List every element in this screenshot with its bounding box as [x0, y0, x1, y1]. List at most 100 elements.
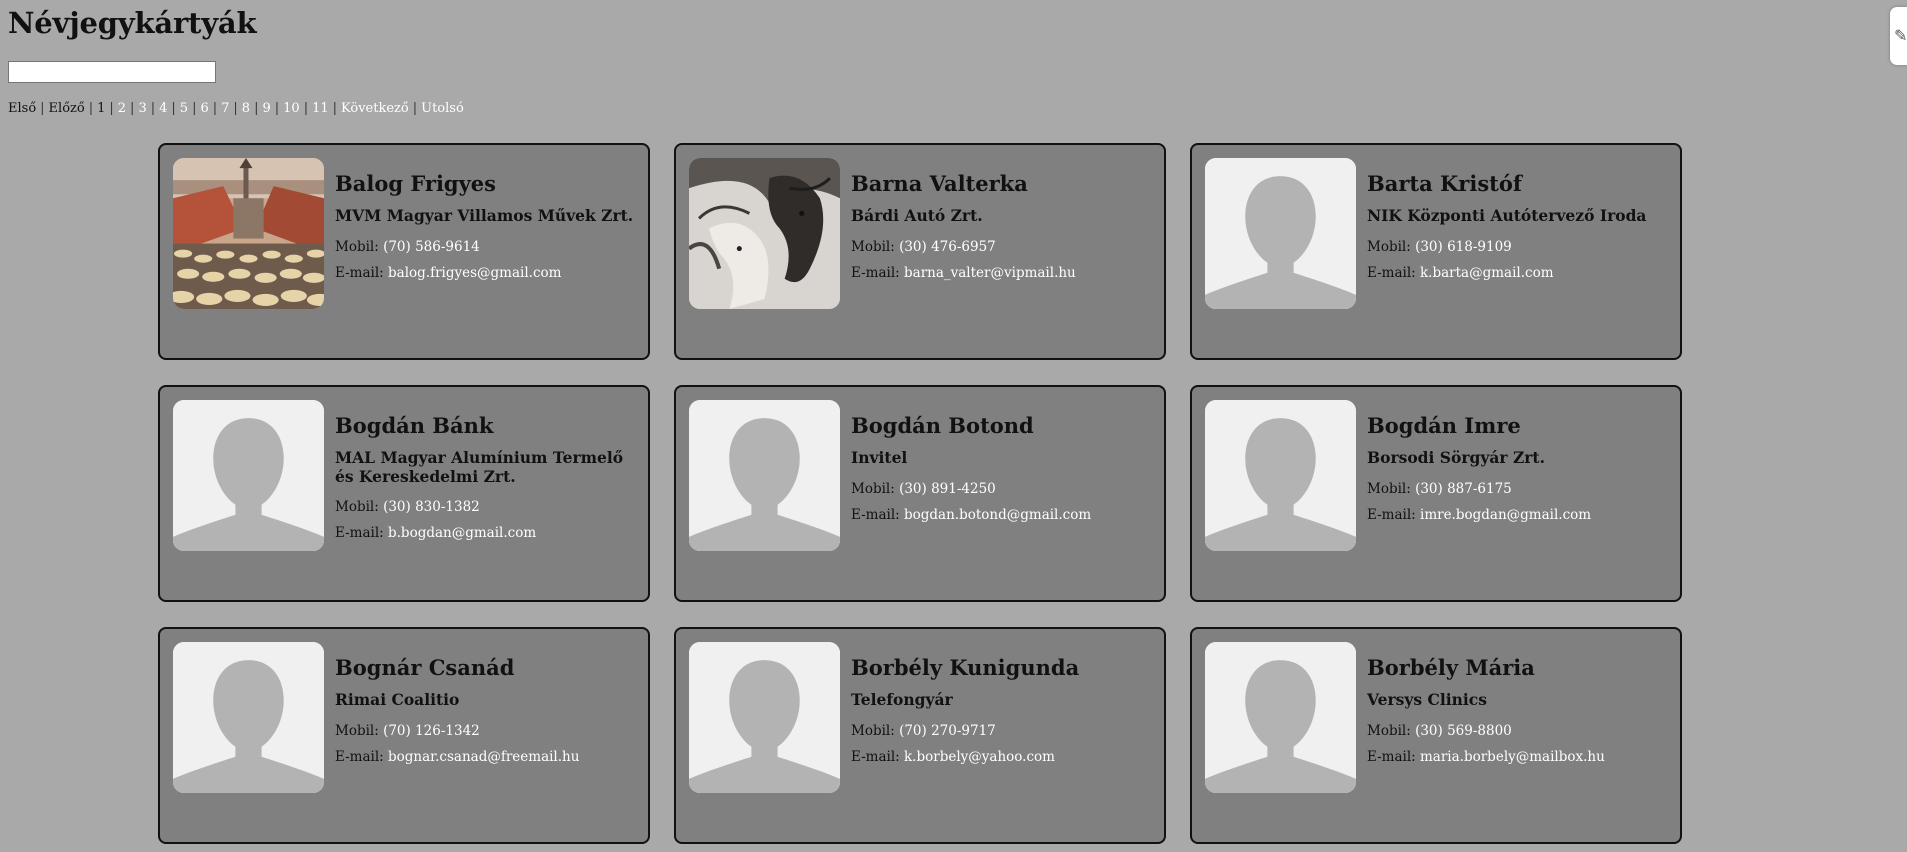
avatar	[173, 642, 324, 793]
mobile-number[interactable]: (70) 270-9717	[899, 723, 996, 739]
email-line: E-mail: bogdan.botond@gmail.com	[851, 507, 1154, 523]
email-label: E-mail:	[1367, 264, 1416, 281]
email-label: E-mail:	[1367, 748, 1416, 765]
mobile-number[interactable]: (30) 569-8800	[1415, 723, 1512, 739]
contact-name: Bogdán Bánk	[335, 413, 494, 438]
pager-page-1[interactable]: 1	[97, 101, 105, 116]
pager-separator: |	[212, 101, 218, 116]
pager-separator: |	[130, 101, 135, 116]
pager-separator: |	[40, 101, 45, 116]
person-placeholder-icon	[173, 642, 324, 793]
mobile-label: Mobil:	[335, 722, 379, 739]
mobile-label: Mobil:	[335, 238, 379, 255]
mobile-number[interactable]: (30) 476-6957	[899, 239, 996, 255]
town-crowd-photo	[173, 158, 324, 309]
contact-card: Barta Kristóf NIK Központi Autótervező I…	[1190, 143, 1682, 360]
pager-page-9[interactable]: 9	[262, 101, 270, 116]
contact-card: Borbély Mária Versys Clinics Mobil: (30)…	[1190, 627, 1682, 844]
mobile-label: Mobil:	[851, 480, 895, 497]
email-link[interactable]: maria.borbely@mailbox.hu	[1420, 749, 1605, 765]
pagination: Első | Előző | 1 | 2 | 3 | 4 | 5 | 6 | 7 | 8 | 9 | 10 | 11 | Követ…	[8, 101, 464, 116]
email-label: E-mail:	[335, 525, 384, 542]
mobile-number[interactable]: (70) 586-9614	[383, 239, 480, 255]
edit-icon: ✎	[1894, 26, 1907, 45]
pager-separator: |	[233, 101, 238, 116]
pager-separator: |	[303, 101, 309, 116]
pager-next-link[interactable]: Következő	[341, 101, 409, 116]
mobile-line: Mobil: (70) 270-9717	[851, 723, 1154, 739]
person-placeholder-icon	[689, 642, 840, 793]
contact-name: Bogdán Botond	[851, 413, 1034, 438]
pager-first-link[interactable]: Első	[8, 101, 36, 116]
pager-separator: |	[150, 101, 156, 116]
pager-page-10[interactable]: 10	[283, 101, 300, 116]
email-line: E-mail: b.bogdan@gmail.com	[335, 525, 638, 541]
email-link[interactable]: bognar.csanad@freemail.hu	[388, 749, 579, 765]
email-line: E-mail: imre.bogdan@gmail.com	[1367, 507, 1670, 523]
email-link[interactable]: k.borbely@yahoo.com	[904, 749, 1055, 765]
contact-name: Borbély Kunigunda	[851, 655, 1080, 680]
avatar	[173, 400, 324, 551]
page-title: Névjegykártyák	[8, 6, 257, 40]
contact-name: Balog Frigyes	[335, 171, 496, 196]
contact-name: Bogdán Imre	[1367, 413, 1521, 438]
mobile-number[interactable]: (30) 830-1382	[383, 499, 480, 515]
mobile-label: Mobil:	[851, 722, 895, 739]
email-link[interactable]: barna_valter@vipmail.hu	[904, 265, 1076, 281]
email-link[interactable]: bogdan.botond@gmail.com	[904, 507, 1091, 523]
company-name: Rimai Coalitio	[335, 690, 460, 710]
pager-page-5[interactable]: 5	[180, 101, 188, 116]
mobile-number[interactable]: (30) 887-6175	[1415, 481, 1512, 497]
mobile-label: Mobil:	[1367, 722, 1411, 739]
email-link[interactable]: k.barta@gmail.com	[1420, 265, 1554, 281]
contact-card: Borbély Kunigunda Telefongyár Mobil: (70…	[674, 627, 1166, 844]
pager-separator: |	[274, 101, 280, 116]
mobile-number[interactable]: (70) 126-1342	[383, 723, 480, 739]
pager-page-11[interactable]: 11	[312, 101, 329, 116]
avatar	[1205, 642, 1356, 793]
email-label: E-mail:	[851, 264, 900, 281]
avatar	[1205, 400, 1356, 551]
mobile-line: Mobil: (70) 126-1342	[335, 723, 638, 739]
email-line: E-mail: k.barta@gmail.com	[1367, 265, 1670, 281]
avatar	[173, 158, 324, 309]
email-label: E-mail:	[851, 748, 900, 765]
company-name: Invitel	[851, 448, 908, 468]
mobile-line: Mobil: (30) 830-1382	[335, 499, 638, 515]
email-line: E-mail: maria.borbely@mailbox.hu	[1367, 749, 1670, 765]
company-name: MVM Magyar Villamos Művek Zrt.	[335, 206, 634, 226]
pager-page-8[interactable]: 8	[242, 101, 250, 116]
side-tab-button[interactable]: ✎	[1890, 7, 1907, 65]
email-label: E-mail:	[335, 748, 384, 765]
contact-name: Bognár Csanád	[335, 655, 515, 680]
pager-separator: |	[88, 101, 94, 116]
company-name: Versys Clinics	[1367, 690, 1487, 710]
email-line: E-mail: k.borbely@yahoo.com	[851, 749, 1154, 765]
mobile-number[interactable]: (30) 891-4250	[899, 481, 996, 497]
email-label: E-mail:	[1367, 506, 1416, 523]
contact-card: Bognár Csanád Rimai Coalitio Mobil: (70)…	[158, 627, 650, 844]
contact-name: Barta Kristóf	[1367, 171, 1522, 196]
pager-page-6[interactable]: 6	[200, 101, 208, 116]
mobile-line: Mobil: (30) 891-4250	[851, 481, 1154, 497]
person-placeholder-icon	[1205, 642, 1356, 793]
search-input[interactable]	[8, 61, 216, 83]
company-name: NIK Központi Autótervező Iroda	[1367, 206, 1647, 226]
mobile-line: Mobil: (70) 586-9614	[335, 239, 638, 255]
email-link[interactable]: b.bogdan@gmail.com	[388, 525, 536, 541]
contact-card: Bogdán Bánk MAL Magyar Alumínium Termelő…	[158, 385, 650, 602]
company-name: MAL Magyar Alumínium Termelő és Keresked…	[335, 448, 624, 486]
pager-page-3[interactable]: 3	[138, 101, 146, 116]
avatar	[689, 158, 840, 309]
pager-prev-link[interactable]: Előző	[49, 101, 85, 116]
email-link[interactable]: balog.frigyes@gmail.com	[388, 265, 561, 281]
company-name: Borsodi Sörgyár Zrt.	[1367, 448, 1545, 468]
email-link[interactable]: imre.bogdan@gmail.com	[1420, 507, 1591, 523]
pager-separator: |	[332, 101, 338, 116]
mobile-number[interactable]: (30) 618-9109	[1415, 239, 1512, 255]
pager-page-4[interactable]: 4	[159, 101, 167, 116]
pager-page-7[interactable]: 7	[221, 101, 229, 116]
pager-last-link[interactable]: Utolsó	[421, 101, 464, 116]
pager-page-2[interactable]: 2	[118, 101, 126, 116]
person-placeholder-icon	[1205, 158, 1356, 309]
